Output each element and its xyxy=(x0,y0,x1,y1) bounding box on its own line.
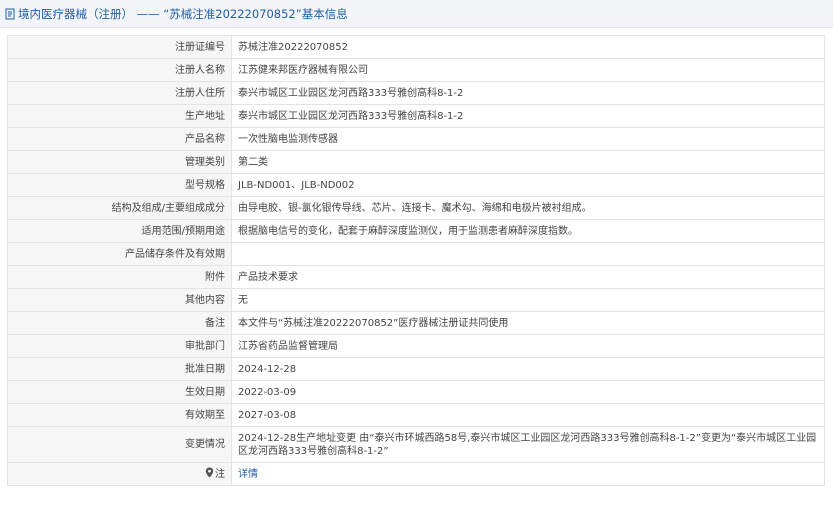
row-remarks: 备注 本文件与“苏械注准20222070852”医疗器械注册证共同使用 xyxy=(7,311,825,335)
row-label: 注册人名称 xyxy=(7,58,232,82)
row-label: 管理类别 xyxy=(7,150,232,174)
row-label: 其他内容 xyxy=(7,288,232,312)
row-attachment: 附件 产品技术要求 xyxy=(7,265,825,289)
row-value: 泰兴市城区工业园区龙河西路333号雅创高科8-1-2 xyxy=(231,81,825,105)
row-effective-date: 生效日期 2022-03-09 xyxy=(7,380,825,404)
row-storage-validity: 产品储存条件及有效期 xyxy=(7,242,825,266)
row-label-note: 注 xyxy=(7,462,232,486)
row-registrant-name: 注册人名称 江苏健来邦医疗器械有限公司 xyxy=(7,58,825,82)
page-title: 境内医疗器械（注册） —— “苏械注准20222070852”基本信息 xyxy=(18,6,348,21)
row-note: 注 详情 xyxy=(7,462,825,486)
row-value: 一次性脑电监测传感器 xyxy=(231,127,825,151)
row-value: 2027-03-08 xyxy=(231,403,825,427)
row-label: 审批部门 xyxy=(7,334,232,358)
note-label: 注 xyxy=(215,469,225,480)
row-value: 2024-12-28生产地址变更 由“泰兴市环城西路58号,泰兴市城区工业园区龙… xyxy=(231,426,825,463)
row-value: 由导电胶、银-氯化银传导线、芯片、连接卡、魔术勾、海绵和电极片被衬组成。 xyxy=(231,196,825,220)
row-model-spec: 型号规格 JLB-ND001、JLB-ND002 xyxy=(7,173,825,197)
row-structure-composition: 结构及组成/主要组成成分 由导电胶、银-氯化银传导线、芯片、连接卡、魔术勾、海绵… xyxy=(7,196,825,220)
row-label: 产品名称 xyxy=(7,127,232,151)
row-label: 批准日期 xyxy=(7,357,232,381)
row-approval-date: 批准日期 2024-12-28 xyxy=(7,357,825,381)
row-label: 结构及组成/主要组成成分 xyxy=(7,196,232,220)
row-label: 生产地址 xyxy=(7,104,232,128)
row-management-class: 管理类别 第二类 xyxy=(7,150,825,174)
row-approval-department: 审批部门 江苏省药品监督管理局 xyxy=(7,334,825,358)
row-other-content: 其他内容 无 xyxy=(7,288,825,312)
row-production-address: 生产地址 泰兴市城区工业园区龙河西路333号雅创高科8-1-2 xyxy=(7,104,825,128)
details-link[interactable]: 详情 xyxy=(238,469,258,480)
row-value: JLB-ND001、JLB-ND002 xyxy=(231,173,825,197)
row-label: 适用范围/预期用途 xyxy=(7,219,232,243)
row-value: 详情 xyxy=(231,462,825,486)
row-label: 注册人住所 xyxy=(7,81,232,105)
location-pin-icon xyxy=(205,467,214,478)
row-value: 无 xyxy=(231,288,825,312)
row-label: 备注 xyxy=(7,311,232,335)
row-value: 泰兴市城区工业园区龙河西路333号雅创高科8-1-2 xyxy=(231,104,825,128)
row-label: 附件 xyxy=(7,265,232,289)
row-value: 2024-12-28 xyxy=(231,357,825,381)
row-registration-number: 注册证编号 苏械注准20222070852 xyxy=(7,35,825,59)
row-value: 根据脑电信号的变化，配套于麻醉深度监测仪，用于监测患者麻醉深度指数。 xyxy=(231,219,825,243)
row-label: 产品储存条件及有效期 xyxy=(7,242,232,266)
row-label: 注册证编号 xyxy=(7,35,232,59)
page-header: 境内医疗器械（注册） —— “苏械注准20222070852”基本信息 xyxy=(0,0,833,28)
row-value: 2022-03-09 xyxy=(231,380,825,404)
row-registrant-address: 注册人住所 泰兴市城区工业园区龙河西路333号雅创高科8-1-2 xyxy=(7,81,825,105)
row-valid-until: 有效期至 2027-03-08 xyxy=(7,403,825,427)
row-value: 江苏健来邦医疗器械有限公司 xyxy=(231,58,825,82)
row-label: 有效期至 xyxy=(7,403,232,427)
row-value: 产品技术要求 xyxy=(231,265,825,289)
row-value: 本文件与“苏械注准20222070852”医疗器械注册证共同使用 xyxy=(231,311,825,335)
row-intended-use: 适用范围/预期用途 根据脑电信号的变化，配套于麻醉深度监测仪，用于监测患者麻醉深… xyxy=(7,219,825,243)
row-label: 变更情况 xyxy=(7,426,232,463)
row-label: 生效日期 xyxy=(7,380,232,404)
info-table: 注册证编号 苏械注准20222070852 注册人名称 江苏健来邦医疗器械有限公… xyxy=(7,35,825,486)
row-value: 苏械注准20222070852 xyxy=(231,35,825,59)
row-value xyxy=(231,242,825,266)
row-product-name: 产品名称 一次性脑电监测传感器 xyxy=(7,127,825,151)
document-icon xyxy=(5,8,15,19)
row-label: 型号规格 xyxy=(7,173,232,197)
row-value: 江苏省药品监督管理局 xyxy=(231,334,825,358)
row-value: 第二类 xyxy=(231,150,825,174)
row-change-history: 变更情况 2024-12-28生产地址变更 由“泰兴市环城西路58号,泰兴市城区… xyxy=(7,426,825,463)
